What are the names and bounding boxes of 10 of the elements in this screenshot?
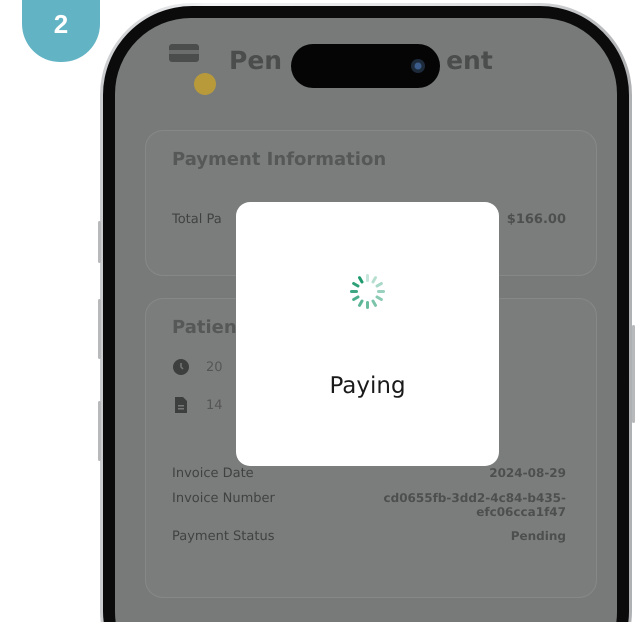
row-label: Total Pa [172,212,222,227]
camera-lens-icon [410,58,426,74]
step-number-badge: 2 [22,0,100,62]
detail-label: Invoice Number [172,491,275,506]
detail-label: Invoice Date [172,466,254,481]
document-icon [172,396,190,414]
dialog-message: Paying [329,373,406,399]
detail-label: Payment Status [172,529,274,544]
loading-spinner-icon [348,272,387,311]
clock-icon [172,358,190,376]
